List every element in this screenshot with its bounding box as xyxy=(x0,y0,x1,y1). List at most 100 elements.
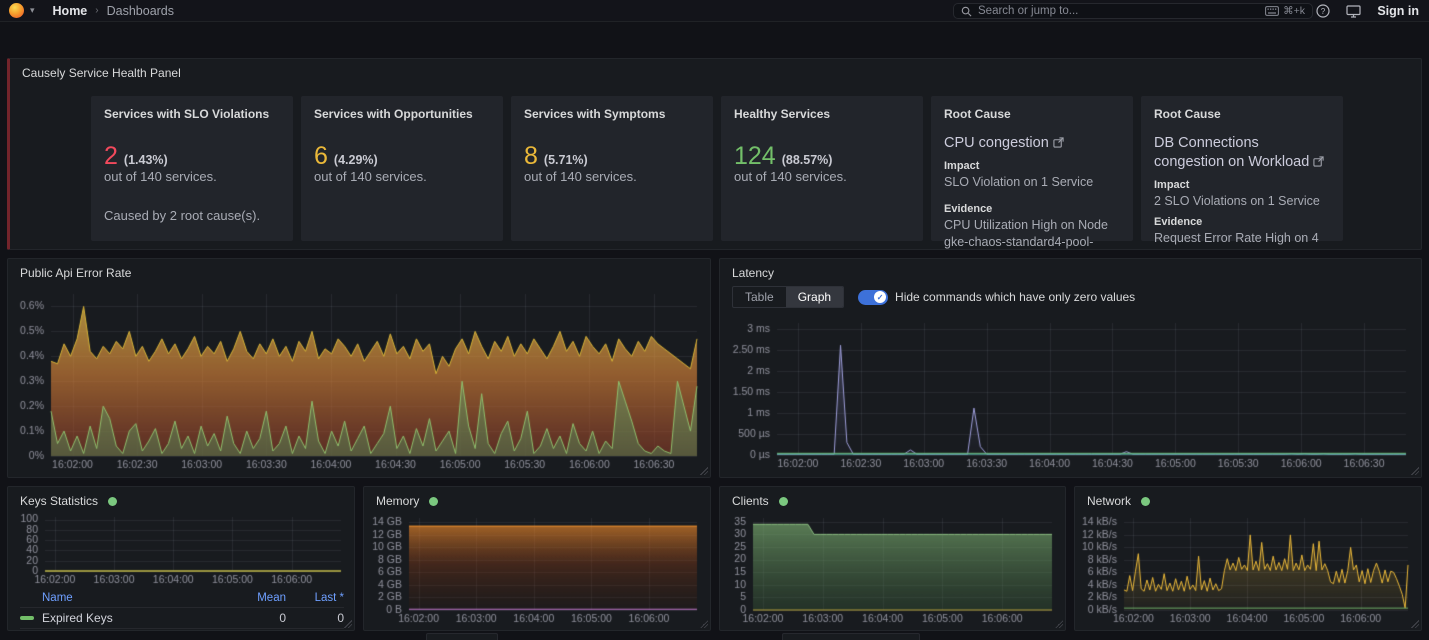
panel-resize-handle[interactable] xyxy=(1411,467,1419,475)
root-cause-header: Root Cause xyxy=(1154,107,1330,121)
root-cause-link[interactable]: CPU congestion xyxy=(944,134,1120,153)
stat-title: Services with Symptoms xyxy=(524,107,700,121)
stat-value: 124 xyxy=(734,143,776,169)
stat-card-opportunities: Services with Opportunities 6 (4.29%) ou… xyxy=(301,96,503,241)
next-row-panel-edge xyxy=(782,633,920,640)
panel-resize-handle[interactable] xyxy=(700,467,708,475)
hide-zero-toggle[interactable]: ✓ xyxy=(858,290,888,305)
grafana-logo-icon[interactable] xyxy=(9,3,24,18)
shortcut-label: ⌘+k xyxy=(1283,5,1305,17)
series-mean: 0 xyxy=(226,611,286,625)
toggle-table-button[interactable]: Table xyxy=(733,287,786,307)
root-cause-link[interactable]: DB Connections congestion on Workload xyxy=(1154,134,1330,172)
panel-causely-health: Causely Service Health Panel Services wi… xyxy=(7,58,1422,250)
stat-card-symptoms: Services with Symptoms 8 (5.71%) out of … xyxy=(511,96,713,241)
panel-title[interactable]: Public Api Error Rate xyxy=(8,259,710,280)
breadcrumb-dashboards[interactable]: Dashboards xyxy=(107,4,174,18)
panel-memory: Memory xyxy=(363,486,711,631)
help-icon[interactable]: ? xyxy=(1316,4,1330,18)
evidence-value: Request Error Rate High on 4 services xyxy=(1154,230,1330,250)
root-cause-header: Root Cause xyxy=(944,107,1120,121)
grafana-dashboard: ▾ Home › Dashboards Search or jump to...… xyxy=(0,0,1429,640)
stat-card-healthy: Healthy Services 124 (88.57%) out of 140… xyxy=(721,96,923,241)
breadcrumb-home[interactable]: Home xyxy=(53,4,88,18)
sign-in-button[interactable]: Sign in xyxy=(1377,4,1419,18)
stat-value: 8 xyxy=(524,143,538,169)
stat-note: Caused by 2 root cause(s). xyxy=(104,208,280,223)
panel-title[interactable]: Latency xyxy=(720,259,1421,280)
panel-resize-handle[interactable] xyxy=(1055,620,1063,628)
stat-title: Healthy Services xyxy=(734,107,910,121)
keys-statistics-chart[interactable] xyxy=(15,511,349,587)
next-row-panel-edge xyxy=(426,633,498,640)
stat-caption: out of 140 services. xyxy=(314,169,427,184)
stat-title: Services with SLO Violations xyxy=(104,107,280,121)
health-dot-icon xyxy=(1141,497,1150,506)
panel-title[interactable]: Network xyxy=(1087,494,1131,508)
stat-card-slo-violations: Services with SLO Violations 2 (1.43%) o… xyxy=(91,96,293,241)
evidence-label: Evidence xyxy=(944,203,1120,215)
toggle-graph-button[interactable]: Graph xyxy=(786,287,843,307)
impact-label: Impact xyxy=(1154,179,1330,191)
health-dot-icon xyxy=(429,497,438,506)
legend-row-evicted-keys[interactable]: Evicted Keys 0 0 xyxy=(20,628,344,631)
clients-chart[interactable] xyxy=(727,512,1060,628)
panel-title[interactable]: Keys Statistics xyxy=(20,494,98,508)
panel-latency: Latency Table Graph ✓ Hide commands whic… xyxy=(719,258,1422,478)
search-shortcut: ⌘+k xyxy=(1265,5,1305,17)
stat-caption: out of 140 services. xyxy=(104,169,217,184)
health-dot-icon xyxy=(779,497,788,506)
monitor-icon[interactable] xyxy=(1346,5,1361,18)
impact-value: 2 SLO Violations on 1 Service xyxy=(1154,193,1330,210)
root-cause-card-db: Root Cause DB Connections congestion on … xyxy=(1141,96,1343,241)
keys-legend: Name Mean Last * Expired Keys 0 0 Evicte… xyxy=(20,590,344,631)
toggle-knob-check-icon: ✓ xyxy=(874,291,886,303)
panel-title[interactable]: Clients xyxy=(732,494,769,508)
evidence-value: CPU Utilization High on Node gke-chaos-s… xyxy=(944,217,1120,250)
root-cause-name[interactable]: CPU congestion xyxy=(944,135,1049,151)
legend-header-name[interactable]: Name xyxy=(42,592,73,604)
series-last: 0 xyxy=(286,611,344,625)
stat-title: Services with Opportunities xyxy=(314,107,490,121)
panel-keys-statistics: Keys Statistics Name Mean Last * Expired… xyxy=(7,486,355,631)
root-cause-name[interactable]: DB Connections congestion on Workload xyxy=(1154,135,1309,170)
svg-text:?: ? xyxy=(1321,7,1326,16)
search-placeholder: Search or jump to... xyxy=(978,5,1265,17)
search-icon xyxy=(961,6,972,17)
panel-resize-handle[interactable] xyxy=(1411,620,1419,628)
error-rate-chart[interactable] xyxy=(15,286,705,474)
legend-header-last[interactable]: Last * xyxy=(286,592,344,604)
memory-chart[interactable] xyxy=(371,512,705,628)
network-chart[interactable] xyxy=(1082,512,1416,628)
hide-zero-label: Hide commands which have only zero value… xyxy=(895,290,1135,304)
panel-title[interactable]: Causely Service Health Panel xyxy=(10,59,1421,80)
view-toggle-group: Table Graph xyxy=(732,286,844,308)
stat-value: 6 xyxy=(314,143,328,169)
external-link-icon[interactable] xyxy=(1053,135,1064,154)
breadcrumb: Home › Dashboards xyxy=(53,4,174,18)
series-name[interactable]: Expired Keys xyxy=(42,611,113,625)
panel-public-api-error-rate: Public Api Error Rate xyxy=(7,258,711,478)
stat-caption: out of 140 services. xyxy=(524,169,637,184)
stat-percent: (5.71%) xyxy=(544,153,588,167)
chevron-down-icon[interactable]: ▾ xyxy=(30,5,35,16)
health-cards: Services with SLO Violations 2 (1.43%) o… xyxy=(91,96,1343,241)
search-input[interactable]: Search or jump to... ⌘+k xyxy=(953,3,1313,19)
panel-title[interactable]: Memory xyxy=(376,494,419,508)
evidence-label: Evidence xyxy=(1154,216,1330,228)
stat-caption: out of 140 services. xyxy=(734,169,847,184)
keyboard-icon xyxy=(1265,6,1279,16)
panel-network: Network xyxy=(1074,486,1422,631)
legend-row-expired-keys[interactable]: Expired Keys 0 0 xyxy=(20,607,344,628)
stat-percent: (88.57%) xyxy=(782,153,833,167)
panel-resize-handle[interactable] xyxy=(700,620,708,628)
latency-chart[interactable] xyxy=(727,315,1414,473)
series-swatch xyxy=(20,616,34,620)
legend-header-mean[interactable]: Mean xyxy=(226,592,286,604)
stat-value: 2 xyxy=(104,143,118,169)
external-link-icon[interactable] xyxy=(1313,154,1324,173)
panel-resize-handle[interactable] xyxy=(344,620,352,628)
impact-value: SLO Violation on 1 Service xyxy=(944,174,1120,191)
panel-clients: Clients xyxy=(719,486,1066,631)
root-cause-card-cpu: Root Cause CPU congestion Impact SLO Vio… xyxy=(931,96,1133,241)
